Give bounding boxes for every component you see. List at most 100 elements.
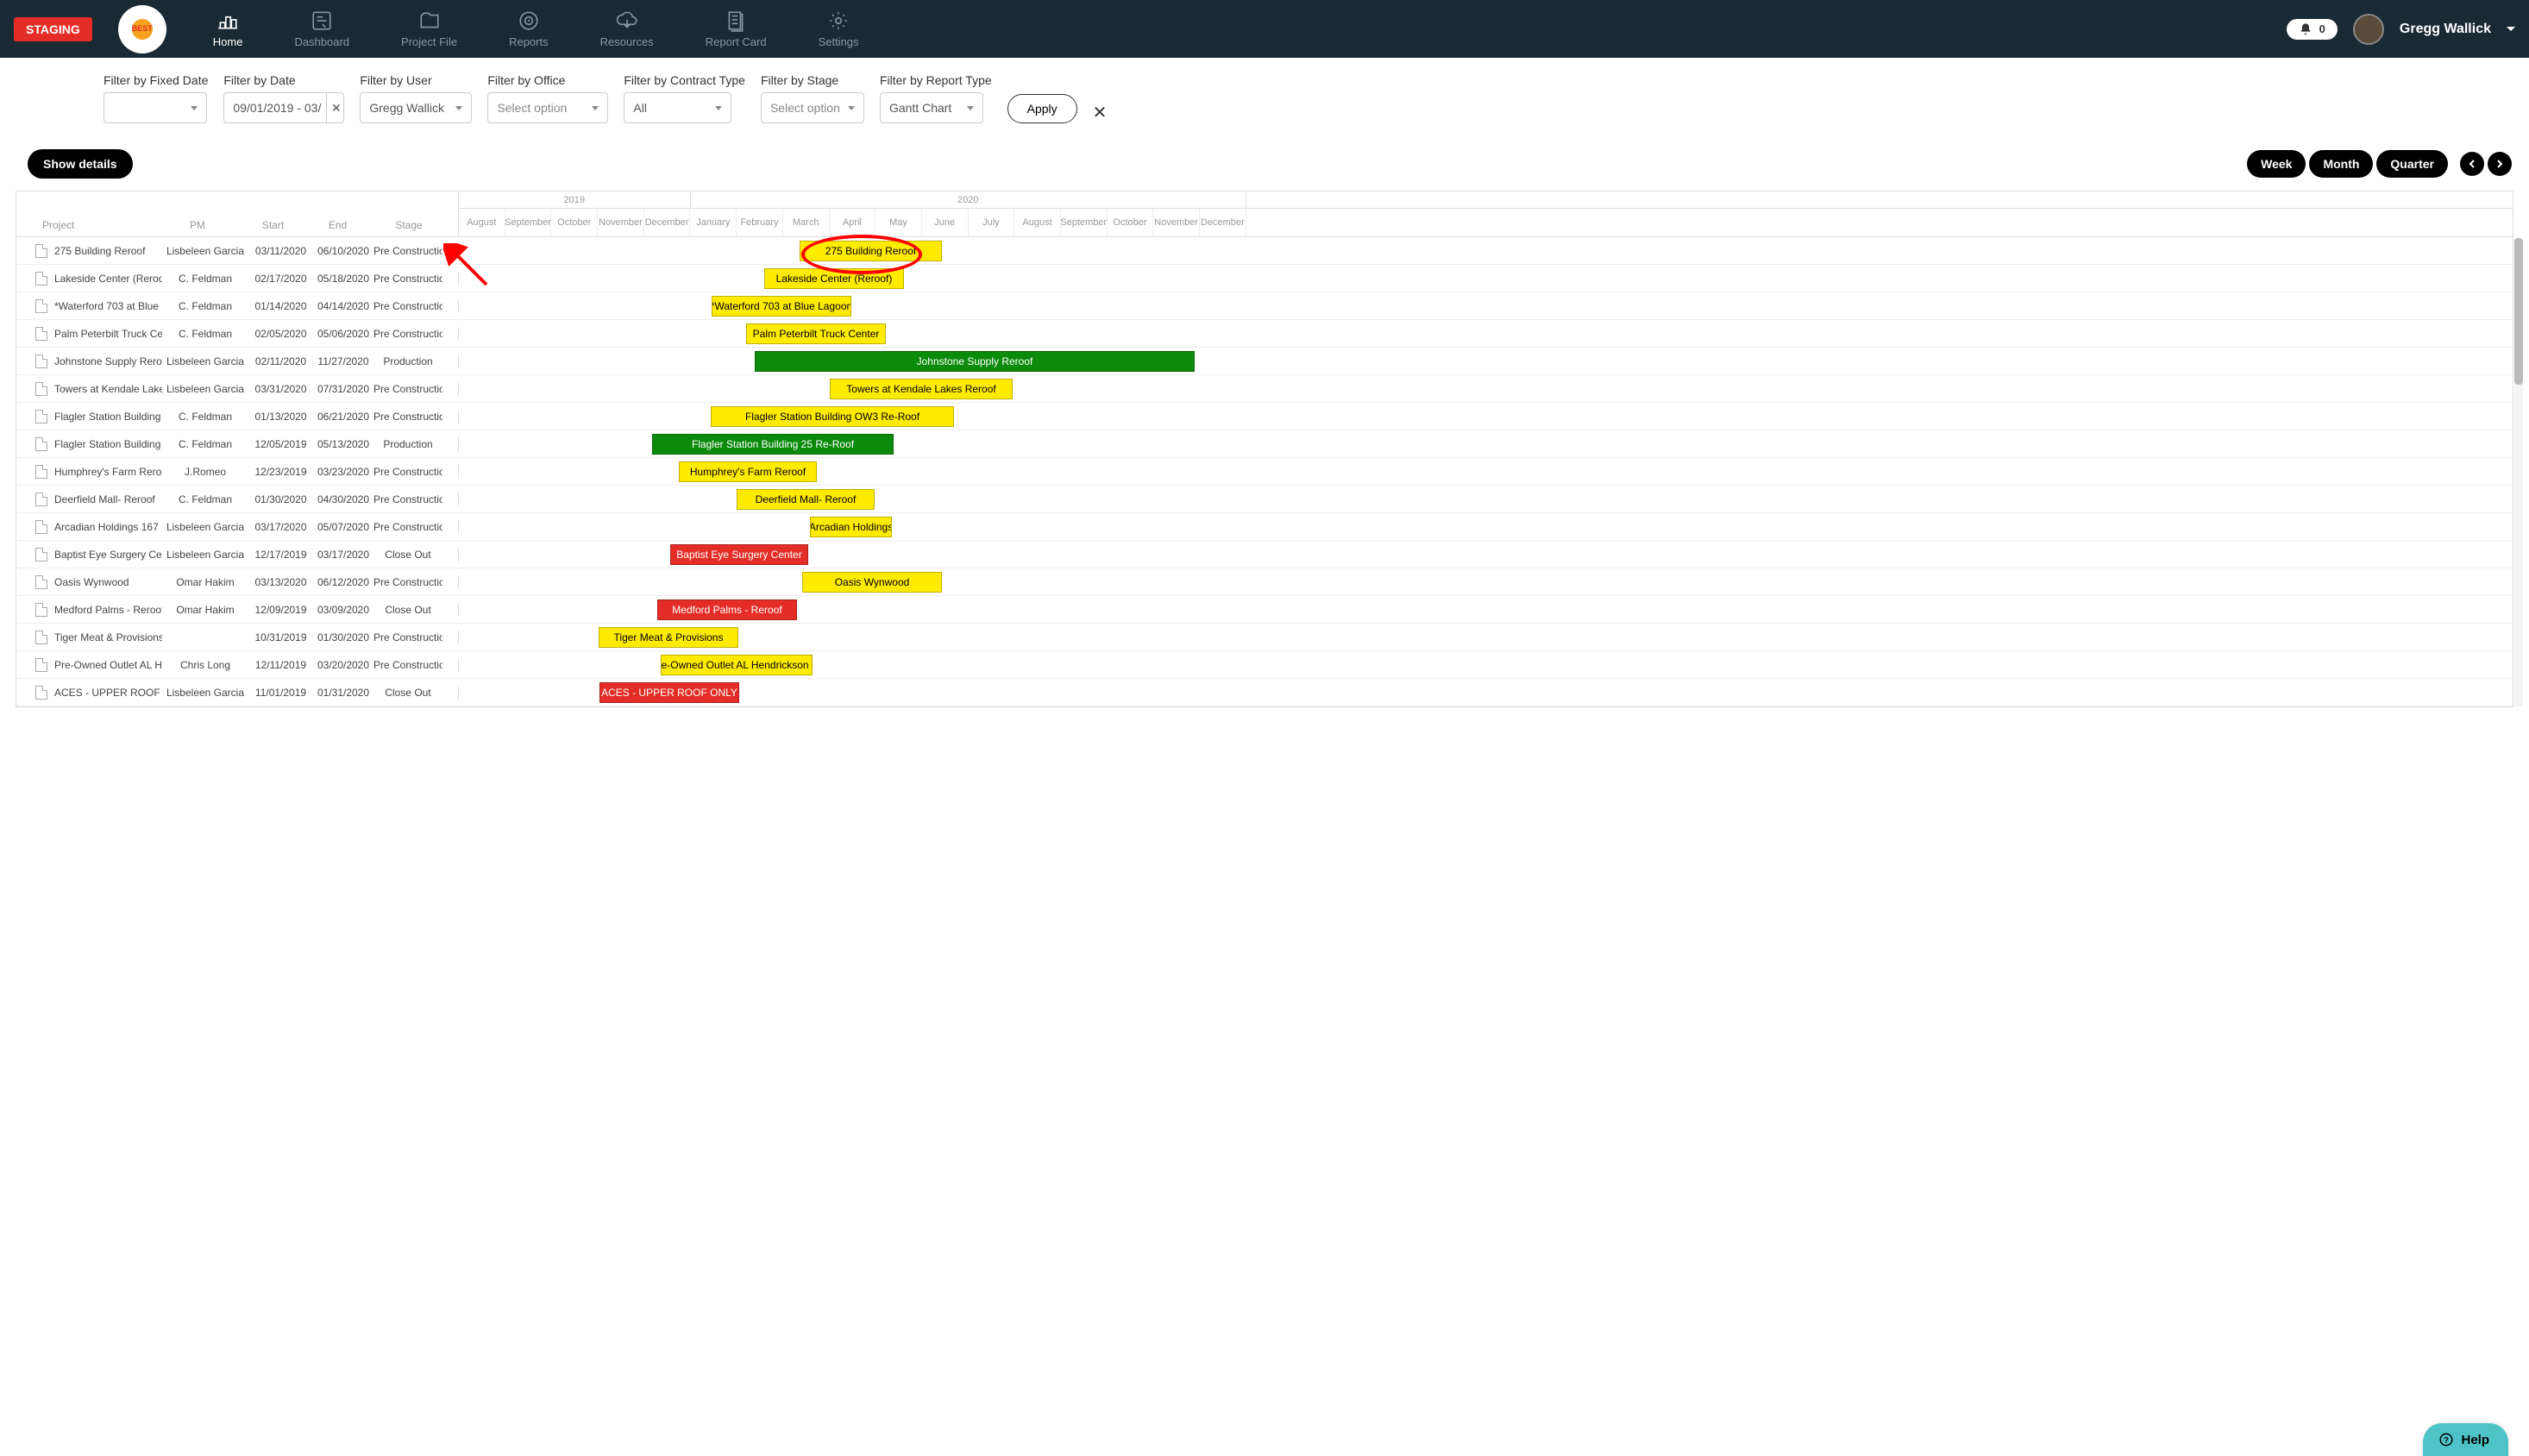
cell-project: Pre-Owned Outlet AL Hendrickso [54,659,162,671]
gantt-bar[interactable]: Lakeside Center (Reroof) [764,268,904,289]
cell-project: Tiger Meat & Provisions [54,631,162,643]
filter-date-input[interactable]: 09/01/2019 - 03/✕ [223,92,344,123]
cell-start: 12/17/2019 [248,549,313,561]
document-icon [35,575,47,589]
gantt-bar[interactable]: Baptist Eye Surgery Center [670,544,808,565]
filter-report-input[interactable]: Gantt Chart [880,92,983,123]
cell-project: Flagler Station Building 25 Re-Ro [54,438,162,450]
gantt-bar[interactable]: Medford Palms - Reroof [657,599,797,620]
filter-stage-label: Filter by Stage [761,73,864,87]
gantt-bar[interactable]: Flagler Station Building 25 Re-Roof [652,434,894,455]
caret-down-icon [715,106,722,110]
cell-project: Johnstone Supply Reroof [54,355,162,367]
row-left[interactable]: Tiger Meat & Provisions 10/31/2019 01/30… [16,631,459,644]
row-right: Pre-Owned Outlet AL Hendrickson To [459,651,2513,678]
month-cell: May [875,209,922,236]
gantt-bar[interactable]: Palm Peterbilt Truck Center [746,323,886,344]
user-name[interactable]: Gregg Wallick [2400,22,2491,37]
nav-report-card[interactable]: Report Card [680,9,793,48]
gantt-bar[interactable]: *Waterford 703 at Blue Lagoon [712,296,851,317]
row-left[interactable]: Flagler Station Building OW3 Re- C. Feld… [16,410,459,424]
cell-end: 01/31/2020 [313,687,373,699]
user-avatar[interactable] [2353,14,2384,45]
month-button[interactable]: Month [2309,150,2373,178]
cell-start: 03/11/2020 [248,245,313,257]
gantt-bar[interactable]: Oasis Wynwood [802,572,942,593]
gantt-row: 275 Building Reroof Lisbeleen Garcia 03/… [16,237,2513,265]
week-button[interactable]: Week [2247,150,2306,178]
show-details-button[interactable]: Show details [28,149,133,179]
gantt-bar[interactable]: ACES - UPPER ROOF ONLY [599,682,739,703]
chevron-down-icon[interactable] [2507,27,2515,31]
row-left[interactable]: Oasis Wynwood Omar Hakim 03/13/2020 06/1… [16,575,459,589]
document-icon [35,631,47,644]
row-right: Medford Palms - Reroof [459,596,2513,623]
notification-pill[interactable]: 0 [2287,19,2338,40]
row-left[interactable]: Medford Palms - Reroof Omar Hakim 12/09/… [16,603,459,617]
filter-contract-input[interactable]: All [624,92,731,123]
nav-resources[interactable]: Resources [574,9,680,48]
main-nav: HomeDashboardProject FileReportsResource… [187,9,2287,48]
cell-end: 03/17/2020 [313,549,373,561]
gantt-bar[interactable]: 275 Building Reroof [800,241,942,261]
gantt-bar[interactable]: Pre-Owned Outlet AL Hendrickson To [661,655,813,675]
filter-fixed-date-input[interactable] [104,92,207,123]
close-filters-button[interactable]: ✕ [1093,102,1108,123]
cell-pm: Omar Hakim [162,576,248,588]
caret-down-icon [967,106,974,110]
gantt-bar[interactable]: Arcadian Holdings [810,517,892,537]
gantt-row: Medford Palms - Reroof Omar Hakim 12/09/… [16,596,2513,624]
row-left[interactable]: Arcadian Holdings 167 Reroof Lisbeleen G… [16,520,459,534]
row-left[interactable]: Pre-Owned Outlet AL Hendrickso Chris Lon… [16,658,459,672]
row-left[interactable]: *Waterford 703 at Blue Lagoon C. Feldman… [16,299,459,313]
clear-date-button[interactable]: ✕ [326,93,345,122]
gantt-row: Oasis Wynwood Omar Hakim 03/13/2020 06/1… [16,568,2513,596]
nav-home[interactable]: Home [187,9,269,48]
brand-logo[interactable]: BEST [118,5,166,53]
row-left[interactable]: Baptist Eye Surgery Center Lisbeleen Gar… [16,548,459,562]
gantt-row: Flagler Station Building OW3 Re- C. Feld… [16,403,2513,430]
row-left[interactable]: ACES - UPPER ROOF ONLY Lisbeleen Garcia … [16,686,459,700]
gantt-bar[interactable]: Towers at Kendale Lakes Reroof [830,379,1013,399]
row-right: Towers at Kendale Lakes Reroof [459,375,2513,402]
row-left[interactable]: Flagler Station Building 25 Re-Ro C. Fel… [16,437,459,451]
filter-user-input[interactable]: Gregg Wallick [360,92,472,123]
row-left[interactable]: 275 Building Reroof Lisbeleen Garcia 03/… [16,244,459,258]
gantt-bar[interactable]: Johnstone Supply Reroof [755,351,1195,372]
row-left[interactable]: Towers at Kendale Lakes Reroof Lisbeleen… [16,382,459,396]
filter-stage-input[interactable]: Select option [761,92,864,123]
nav-reports[interactable]: Reports [483,9,574,48]
month-cell: October [1108,209,1154,236]
nav-settings[interactable]: Settings [793,9,885,48]
cell-stage: Pre Construction [373,576,442,588]
document-icon [35,493,47,506]
cell-project: 275 Building Reroof [54,245,162,257]
filter-office-input[interactable]: Select option [487,92,608,123]
cell-start: 10/31/2019 [248,631,313,643]
gantt-bar[interactable]: Humphrey's Farm Reroof [679,461,817,482]
quarter-button[interactable]: Quarter [2376,150,2448,178]
row-left[interactable]: Lakeside Center (Reroof) C. Feldman 02/1… [16,272,459,286]
apply-button[interactable]: Apply [1007,94,1077,123]
prev-button[interactable] [2460,152,2484,176]
year-cell: 2020 [691,191,1246,208]
next-button[interactable] [2488,152,2512,176]
vertical-scrollbar[interactable] [2514,238,2523,706]
gantt-row: Deerfield Mall- Reroof C. Feldman 01/30/… [16,486,2513,513]
month-cell: March [783,209,830,236]
row-left[interactable]: Palm Peterbilt Truck Center C. Feldman 0… [16,327,459,341]
gantt-bar[interactable]: Flagler Station Building OW3 Re-Roof [711,406,954,427]
cell-project: ACES - UPPER ROOF ONLY [54,687,162,699]
nav-project-file[interactable]: Project File [375,9,483,48]
gantt-bar[interactable]: Tiger Meat & Provisions [599,627,738,648]
month-cell: October [551,209,598,236]
row-left[interactable]: Humphrey's Farm Reroof J.Romeo 12/23/201… [16,465,459,479]
nav-dashboard[interactable]: Dashboard [268,9,375,48]
row-left[interactable]: Johnstone Supply Reroof Lisbeleen Garcia… [16,355,459,368]
help-button[interactable]: ? Help [2423,1423,2508,1456]
row-left[interactable]: Deerfield Mall- Reroof C. Feldman 01/30/… [16,493,459,506]
cell-pm: C. Feldman [162,493,248,505]
scroll-thumb[interactable] [2514,238,2523,385]
row-right: Humphrey's Farm Reroof [459,458,2513,485]
gantt-bar[interactable]: Deerfield Mall- Reroof [737,489,875,510]
